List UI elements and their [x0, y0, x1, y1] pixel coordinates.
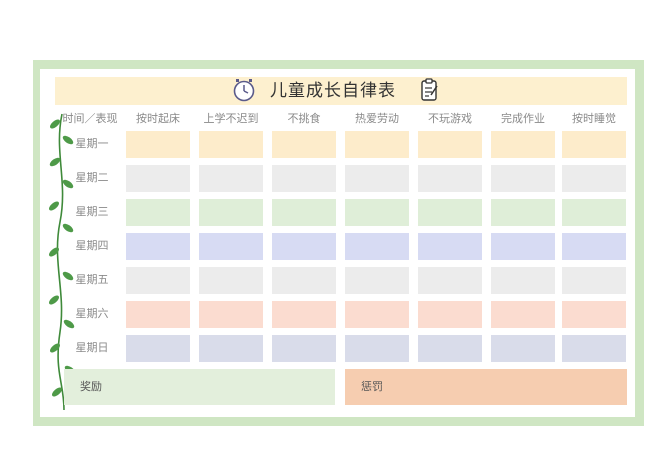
- grid-cell[interactable]: [126, 301, 190, 328]
- grid-cell[interactable]: [126, 335, 190, 362]
- grid-cell[interactable]: [562, 335, 626, 362]
- grid-cell[interactable]: [126, 233, 190, 260]
- grid-cell[interactable]: [272, 233, 336, 260]
- grid-cell[interactable]: [272, 131, 336, 158]
- grid-cell[interactable]: [126, 199, 190, 226]
- grid-cell[interactable]: [272, 199, 336, 226]
- grid-cell[interactable]: [199, 199, 263, 226]
- grid-cell[interactable]: [345, 233, 409, 260]
- punishment-box[interactable]: 惩罚: [345, 369, 627, 405]
- grid-cell[interactable]: [491, 335, 555, 362]
- punishment-label: 惩罚: [361, 380, 383, 393]
- grid-cell[interactable]: [562, 267, 626, 294]
- column-header: 热爱劳动: [355, 112, 399, 125]
- grid-cell[interactable]: [491, 165, 555, 192]
- grid-cell[interactable]: [272, 165, 336, 192]
- grid-cell[interactable]: [491, 301, 555, 328]
- column-header: 上学不迟到: [203, 112, 259, 125]
- grid-cell[interactable]: [272, 301, 336, 328]
- grid-cell[interactable]: [491, 199, 555, 226]
- grid-cell[interactable]: [199, 335, 263, 362]
- grid-cell[interactable]: [418, 199, 482, 226]
- grid-cell[interactable]: [272, 267, 336, 294]
- grid-cell[interactable]: [199, 267, 263, 294]
- page-title: 儿童成长自律表: [270, 81, 396, 101]
- grid-cell[interactable]: [562, 131, 626, 158]
- grid-cell[interactable]: [418, 267, 482, 294]
- column-header: 不挑食: [287, 112, 321, 125]
- grid-cell[interactable]: [491, 267, 555, 294]
- grid-cell[interactable]: [418, 165, 482, 192]
- grid-cell[interactable]: [562, 301, 626, 328]
- grid-cell[interactable]: [562, 165, 626, 192]
- grid-cell[interactable]: [418, 131, 482, 158]
- grid-cell[interactable]: [199, 301, 263, 328]
- grid-cell[interactable]: [418, 233, 482, 260]
- grid-cell[interactable]: [562, 233, 626, 260]
- grid-cell[interactable]: [126, 165, 190, 192]
- grid-cell[interactable]: [345, 131, 409, 158]
- grid-cell[interactable]: [345, 165, 409, 192]
- grid-cell[interactable]: [345, 267, 409, 294]
- grid-cell[interactable]: [126, 267, 190, 294]
- column-header: 按时起床: [136, 112, 180, 125]
- grid-cell[interactable]: [199, 165, 263, 192]
- grid-cell[interactable]: [199, 233, 263, 260]
- clock-icon: [233, 79, 255, 102]
- grid-cell[interactable]: [345, 335, 409, 362]
- grid-cell[interactable]: [345, 199, 409, 226]
- column-header: 按时睡觉: [572, 112, 616, 125]
- grid-cell[interactable]: [126, 131, 190, 158]
- grid-cell[interactable]: [418, 301, 482, 328]
- grid-cell[interactable]: [418, 335, 482, 362]
- grid-cell[interactable]: [491, 233, 555, 260]
- clipboard-icon: [421, 78, 438, 101]
- grid-cell[interactable]: [272, 335, 336, 362]
- column-header: 完成作业: [501, 112, 545, 125]
- grid-cell[interactable]: [562, 199, 626, 226]
- vine-decoration: [49, 113, 76, 411]
- reward-box[interactable]: 奖励: [64, 369, 335, 405]
- column-header: 不玩游戏: [428, 112, 472, 125]
- grid-cell[interactable]: [491, 131, 555, 158]
- grid-cell[interactable]: [345, 301, 409, 328]
- grid-cell[interactable]: [199, 131, 263, 158]
- reward-label: 奖励: [80, 380, 102, 393]
